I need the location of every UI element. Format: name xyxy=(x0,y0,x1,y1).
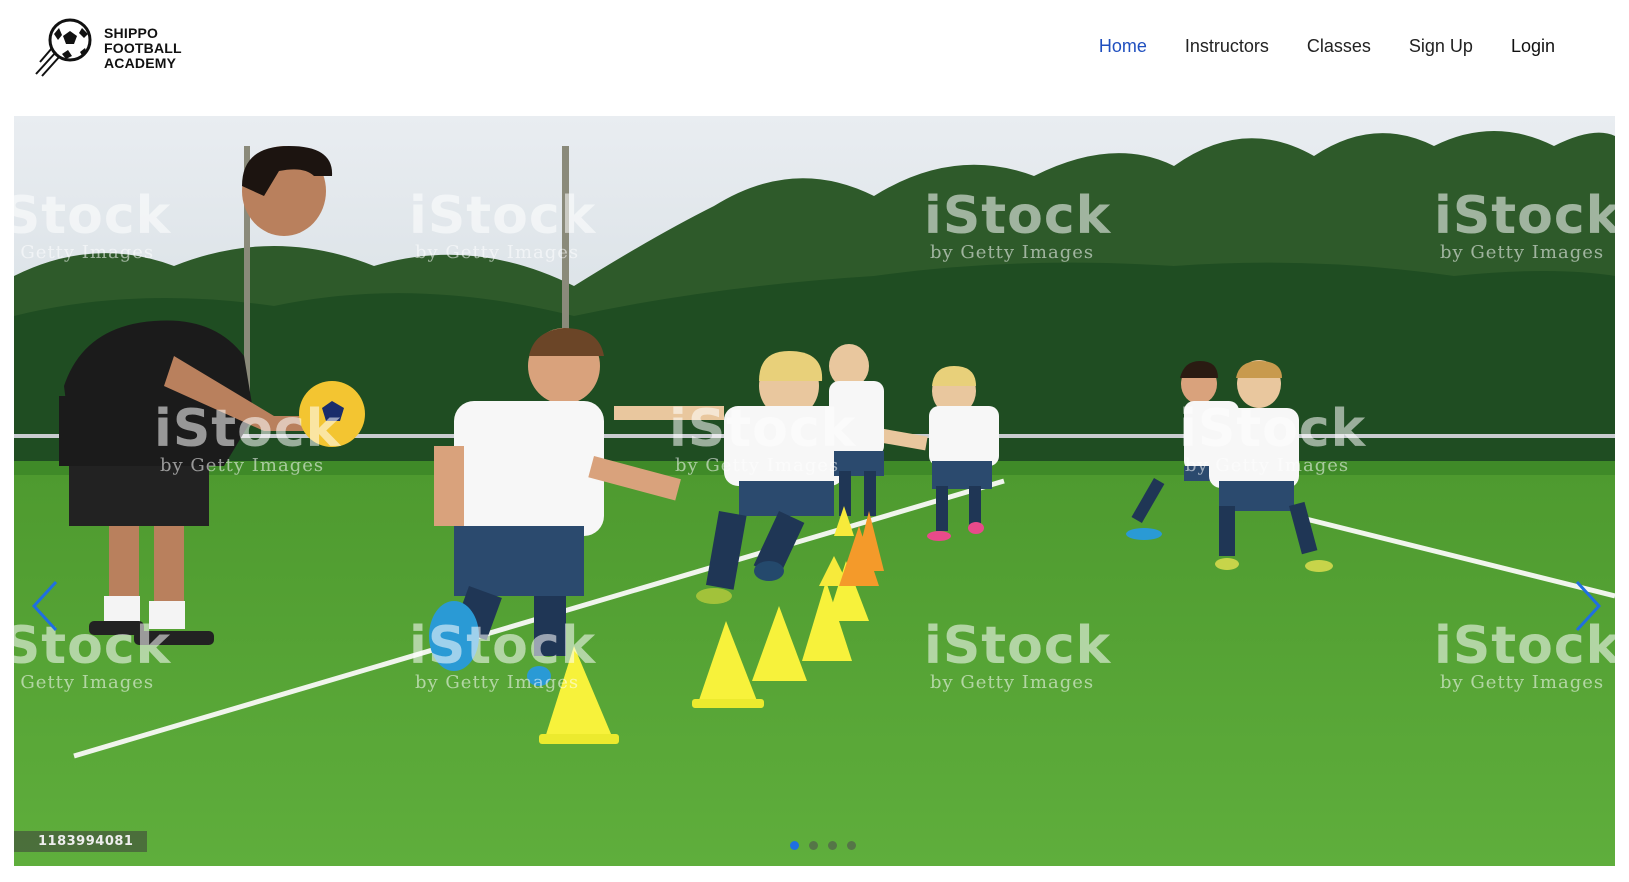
carousel-slide-image xyxy=(14,116,1615,866)
nav-login[interactable]: Login xyxy=(1511,36,1555,57)
nav-sign-up[interactable]: Sign Up xyxy=(1409,36,1473,57)
brand-name: SHIPPO FOOTBALL ACADEMY xyxy=(104,24,182,71)
main-nav: Home Instructors Classes Sign Up Login xyxy=(1099,36,1555,57)
brand[interactable]: SHIPPO FOOTBALL ACADEMY xyxy=(32,16,182,80)
nav-home[interactable]: Home xyxy=(1099,36,1147,57)
chevron-left-icon[interactable] xyxy=(26,574,70,638)
carousel-indicators xyxy=(14,841,1615,850)
site-header: SHIPPO FOOTBALL ACADEMY Home Instructors… xyxy=(0,0,1629,110)
carousel-indicator-4[interactable] xyxy=(846,841,856,850)
carousel-indicator-1[interactable] xyxy=(789,841,799,850)
carousel-indicator-3[interactable] xyxy=(827,841,837,850)
nav-classes[interactable]: Classes xyxy=(1307,36,1371,57)
brand-line-3: ACADEMY xyxy=(104,54,177,71)
brand-line-1: SHIPPO xyxy=(104,24,159,41)
chevron-right-icon[interactable] xyxy=(1563,574,1607,638)
hero-carousel: iStockby Getty Images iStockby Getty Ima… xyxy=(14,116,1615,866)
soccer-ball-icon xyxy=(35,18,92,77)
nav-instructors[interactable]: Instructors xyxy=(1185,36,1269,57)
brand-line-2: FOOTBALL xyxy=(104,39,182,56)
carousel-indicator-2[interactable] xyxy=(808,841,818,850)
